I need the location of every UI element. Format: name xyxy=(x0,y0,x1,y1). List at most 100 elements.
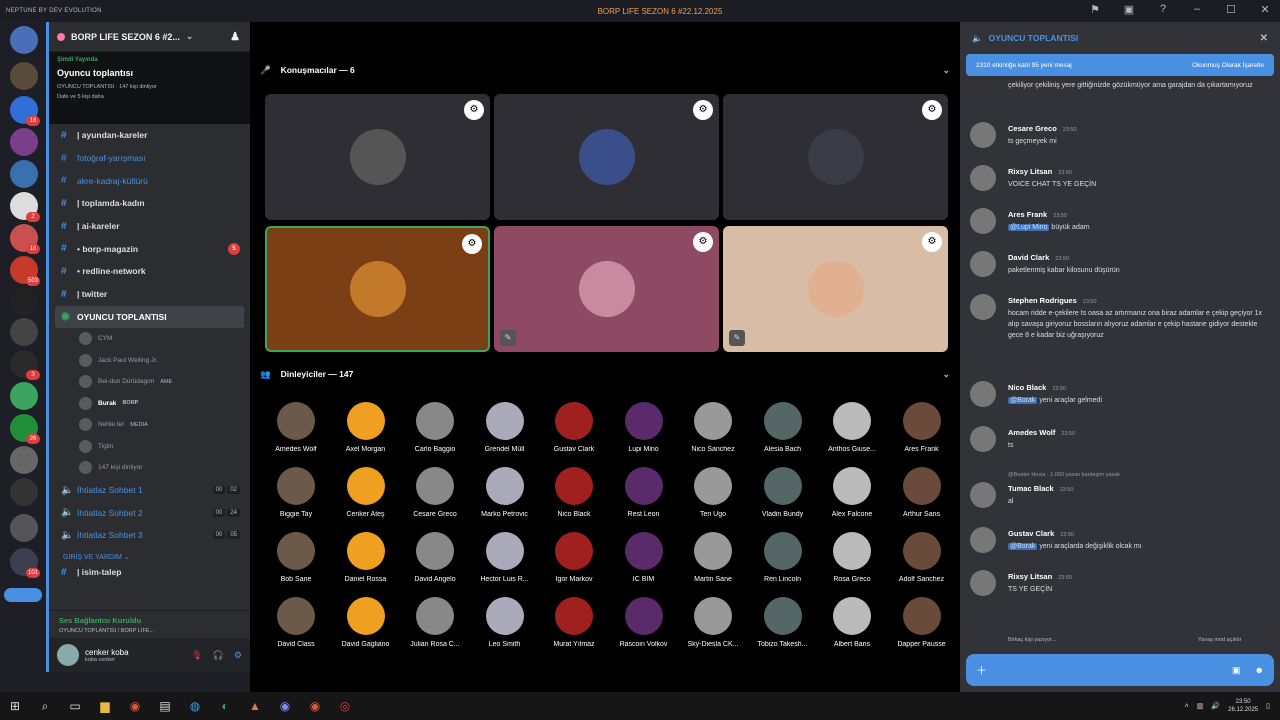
server-icon[interactable] xyxy=(10,160,38,188)
reply-preview[interactable]: @Boater Hosia · 1.090 yasan kardeşim yas… xyxy=(1008,472,1120,478)
listener-item[interactable]: Julian Rosa C... xyxy=(401,597,469,657)
server-icon[interactable] xyxy=(10,382,38,410)
listener-item[interactable]: David Angelo xyxy=(401,532,469,592)
listener-item[interactable]: Leo Smith xyxy=(471,597,539,657)
new-messages-banner[interactable]: 2310 etkinliğe katıl 95 yeni mesaj Okunm… xyxy=(966,54,1274,76)
clock[interactable]: 23:50 26.12.2025 xyxy=(1228,698,1258,714)
author-name[interactable]: Amedes Wolf xyxy=(1008,428,1055,437)
listener-item[interactable]: Arthur Sans xyxy=(888,467,956,527)
mark-read-button[interactable]: Okunmuş Olarak İşaretle xyxy=(1192,62,1264,69)
windows-start-icon[interactable]: ⊞ xyxy=(0,699,30,713)
channel-item[interactable]: # | toplamda-kadın xyxy=(49,192,250,215)
channel-isim-talep[interactable]: # | isim-talep xyxy=(49,561,250,584)
channel-item[interactable]: # | ai-kareler xyxy=(49,215,250,238)
voice-user[interactable]: CYM xyxy=(49,328,250,350)
whatsapp-icon[interactable]: ◐ xyxy=(210,699,240,713)
server-header[interactable]: BORP LIFE SEZON 6 #2... ⌄ ♟ xyxy=(49,22,250,52)
channel-item[interactable]: # fotoğraf-yarışması xyxy=(49,147,250,170)
listener-item[interactable]: Rest Leon xyxy=(610,467,678,527)
emoji-icon[interactable]: ☻ xyxy=(1255,665,1264,676)
listener-item[interactable]: Tobizo Takesh... xyxy=(749,597,817,657)
listener-item[interactable]: Gustav Clark xyxy=(540,402,608,462)
listener-item[interactable]: Albert Baris xyxy=(818,597,886,657)
server-icon[interactable]: 2 xyxy=(10,192,40,222)
store-icon[interactable]: ▤ xyxy=(150,699,180,713)
speaker-tile[interactable]: ⚙ xyxy=(494,94,719,220)
server-icon[interactable] xyxy=(10,478,38,506)
channel-item[interactable]: # | ayundan-kareler xyxy=(49,124,250,147)
headphone-icon[interactable]: 🎧 xyxy=(213,650,224,661)
server-icon[interactable] xyxy=(10,318,38,346)
avatar[interactable] xyxy=(970,294,996,320)
settings-gear-icon[interactable]: ⚙ xyxy=(234,650,242,661)
voice-channel-item[interactable]: 🔈 İhtiatlaz Sohbet 2 00 24 xyxy=(49,501,250,524)
listener-item[interactable]: Rascoin Volkov xyxy=(610,597,678,657)
mute-mic-icon[interactable]: 🎙 xyxy=(191,650,202,661)
author-name[interactable]: Ares Frank xyxy=(1008,210,1047,219)
listener-item[interactable]: Axel Morgan xyxy=(332,402,400,462)
chevron-down-icon[interactable]: ⌄ xyxy=(942,65,950,76)
listener-item[interactable]: Cenker Ateş xyxy=(332,467,400,527)
voice-user[interactable]: Burak BORP xyxy=(49,393,250,415)
listener-item[interactable]: Teri Ugo xyxy=(679,467,747,527)
speaker-tile[interactable]: ⚙ xyxy=(723,94,948,220)
chrome-icon[interactable]: ◉ xyxy=(300,699,330,713)
server-icon[interactable]: 3 xyxy=(10,350,40,380)
listener-item[interactable]: Hector Luis R... xyxy=(471,532,539,592)
speaker-tile[interactable]: ⚙ xyxy=(265,226,490,352)
new-badge[interactable] xyxy=(4,588,42,602)
listener-item[interactable]: Murat Yılmaz xyxy=(540,597,608,657)
speakers-header[interactable]: 🎤 Konuşmacılar — 6 ⌄ xyxy=(260,60,950,80)
notification-icon[interactable]: ▯ xyxy=(1266,702,1270,710)
avatar[interactable] xyxy=(970,122,996,148)
category-header[interactable]: GİRİŞ VE YARDIM ⌄ xyxy=(49,547,250,561)
help-icon[interactable]: ? xyxy=(1156,3,1170,16)
author-name[interactable]: Gustav Clark xyxy=(1008,529,1054,538)
server-icon[interactable] xyxy=(10,446,38,474)
search-icon[interactable]: ⌕ xyxy=(30,699,60,714)
server-icon[interactable]: 18 xyxy=(10,224,40,254)
listener-item[interactable]: Grendel Müll xyxy=(471,402,539,462)
server-icon[interactable] xyxy=(10,514,38,542)
volume-icon[interactable]: 🔊 xyxy=(1211,702,1220,710)
author-name[interactable]: Rixsy Litsan xyxy=(1008,167,1052,176)
avatar[interactable] xyxy=(970,208,996,234)
listener-item[interactable]: Ares Frank xyxy=(888,402,956,462)
discord-icon[interactable]: ◉ xyxy=(270,699,300,713)
listener-item[interactable]: Nico Sanchez xyxy=(679,402,747,462)
listener-item[interactable]: Carlo Baggio xyxy=(401,402,469,462)
listener-item[interactable]: Alesia Bach xyxy=(749,402,817,462)
channel-item[interactable]: # | twitter xyxy=(49,283,250,306)
maximize-icon[interactable]: ☐ xyxy=(1224,3,1238,16)
voice-user[interactable]: Bei-don Dürüdagon AME xyxy=(49,371,250,393)
server-icon[interactable]: 26 xyxy=(10,414,40,444)
avatar[interactable] xyxy=(970,251,996,277)
file-explorer-icon[interactable]: ▆ xyxy=(90,699,120,713)
server-icon[interactable] xyxy=(10,128,38,156)
server-icon[interactable] xyxy=(10,288,38,316)
listener-item[interactable]: David Class xyxy=(262,597,330,657)
listener-item[interactable]: Bob Sane xyxy=(262,532,330,592)
listener-item[interactable]: Adolf Sanchez xyxy=(888,532,956,592)
listener-item[interactable]: Daniel Rossa xyxy=(332,532,400,592)
mention[interactable]: @Borak xyxy=(1008,397,1038,404)
chrome-icon[interactable]: ◉ xyxy=(120,699,150,713)
channel-item[interactable]: # • redline-network xyxy=(49,260,250,283)
listener-item[interactable]: Rosa Greco xyxy=(818,532,886,592)
voice-user[interactable]: 147 kişi dinliyor xyxy=(49,457,250,479)
avatar[interactable] xyxy=(970,426,996,452)
speaker-tile[interactable]: ⚙ ✎ xyxy=(494,226,719,352)
edge-icon[interactable]: ◍ xyxy=(180,699,210,713)
live-event-card[interactable]: Şimdi Yayında Oyuncu toplantısı OYUNCU T… xyxy=(49,52,250,124)
network-icon[interactable]: ▥ xyxy=(1197,702,1204,710)
listener-item[interactable]: Marko Petrovic xyxy=(471,467,539,527)
author-name[interactable]: Cesare Greco xyxy=(1008,124,1057,133)
listener-item[interactable]: Ren Lincoln xyxy=(749,532,817,592)
listener-item[interactable]: Alex Falcone xyxy=(818,467,886,527)
listeners-header[interactable]: 👥 Dinleyiciler — 147 ⌄ xyxy=(260,364,950,384)
avatar[interactable] xyxy=(970,482,996,508)
avatar[interactable] xyxy=(970,381,996,407)
inbox-icon[interactable]: ▣ xyxy=(1122,3,1136,16)
server-icon[interactable]: 101 xyxy=(10,548,40,578)
listener-item[interactable]: Biggie Tay xyxy=(262,467,330,527)
